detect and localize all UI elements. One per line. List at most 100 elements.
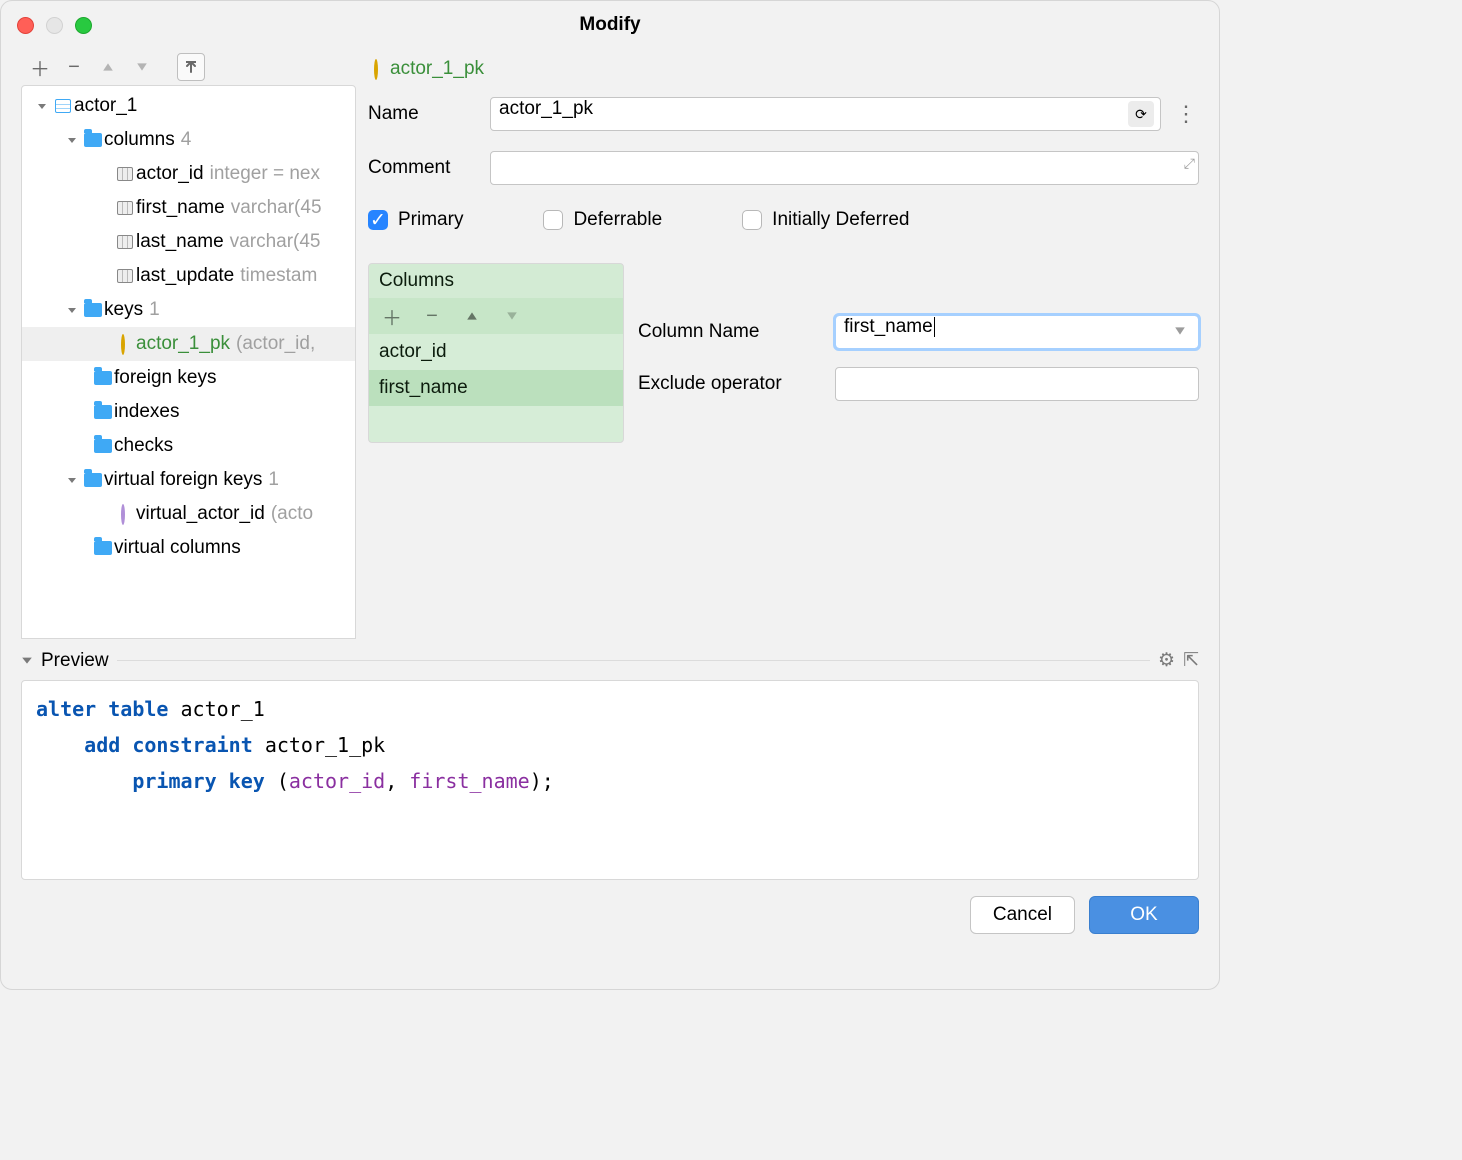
- checkbox-icon: ✓: [368, 210, 388, 230]
- list-item-label: first_name: [379, 377, 468, 399]
- chevron-down-icon[interactable]: [62, 135, 82, 145]
- tree-node-count: 1: [268, 469, 279, 491]
- column-list-empty-row: [369, 406, 623, 442]
- sql-token: ,: [385, 769, 409, 793]
- move-down-icon: [129, 54, 155, 80]
- tree-node-count: 4: [181, 129, 192, 151]
- deferrable-label: Deferrable: [573, 209, 662, 231]
- tree-toolbar: ＋ −: [21, 49, 356, 85]
- chevron-down-icon[interactable]: [32, 101, 52, 111]
- comment-input[interactable]: ⤢: [490, 151, 1199, 185]
- tree-node-meta: (actor_id,: [236, 333, 315, 355]
- tree-node-type: timestam: [240, 265, 317, 287]
- tree-node-column[interactable]: first_name varchar(45: [22, 191, 355, 225]
- columns-panel: Columns ＋ − actor_id first_name: [368, 263, 624, 443]
- sql-preview[interactable]: alter table actor_1 add constraint actor…: [21, 680, 1199, 880]
- exclude-operator-row: Exclude operator: [638, 367, 1199, 401]
- tree-node-type: varchar(45: [231, 197, 322, 219]
- tree-node-columns[interactable]: columns 4: [22, 123, 355, 157]
- breadcrumb[interactable]: actor_1_pk: [368, 49, 1199, 89]
- column-details: Column Name first_name Exclude operator: [638, 263, 1199, 443]
- tree-node-column[interactable]: last_update timestam: [22, 259, 355, 293]
- navigate-up-icon[interactable]: [177, 53, 205, 81]
- tree-node-virtual-fk[interactable]: virtual foreign keys 1: [22, 463, 355, 497]
- object-tree[interactable]: actor_1 columns 4 actor_id integer = nex: [21, 85, 356, 639]
- tree-node-type: varchar(45: [230, 231, 321, 253]
- name-label: Name: [368, 103, 478, 125]
- chevron-down-icon[interactable]: [21, 650, 33, 672]
- column-icon: [114, 269, 136, 283]
- dialog-buttons: Cancel OK: [21, 890, 1199, 934]
- sql-token: first_name: [409, 769, 529, 793]
- sql-token: add: [84, 733, 120, 757]
- columns-header-label: Columns: [379, 270, 454, 292]
- tree-node-label: foreign keys: [114, 367, 216, 389]
- window-title: Modify: [1, 14, 1219, 36]
- exclude-operator-input[interactable]: [835, 367, 1199, 401]
- tree-node-keys[interactable]: keys 1: [22, 293, 355, 327]
- tree-node-key-selected[interactable]: actor_1_pk (actor_id,: [22, 327, 355, 361]
- left-pane: ＋ − actor_1 column: [21, 49, 356, 639]
- deferrable-checkbox[interactable]: Deferrable: [543, 209, 662, 231]
- sql-token: );: [530, 769, 554, 793]
- name-input[interactable]: actor_1_pk ⟳: [490, 97, 1161, 131]
- sql-token: (: [277, 769, 289, 793]
- sql-token: constraint: [132, 733, 252, 757]
- ok-button[interactable]: OK: [1089, 896, 1199, 934]
- tree-node-foreign-keys[interactable]: foreign keys: [22, 361, 355, 395]
- preview-header[interactable]: Preview ⚙ ⇱: [21, 649, 1199, 672]
- tree-node-indexes[interactable]: indexes: [22, 395, 355, 429]
- gear-icon[interactable]: ⚙: [1158, 649, 1175, 672]
- tree-node-label: virtual foreign keys: [104, 469, 262, 491]
- column-list-item-selected[interactable]: first_name: [369, 370, 623, 406]
- expand-icon[interactable]: ⤢: [1184, 155, 1195, 172]
- list-item-label: actor_id: [379, 341, 447, 363]
- folder-icon: [82, 303, 104, 317]
- chevron-down-icon[interactable]: [62, 305, 82, 315]
- tree-node-checks[interactable]: checks: [22, 429, 355, 463]
- primary-checkbox[interactable]: ✓ Primary: [368, 209, 463, 231]
- chevron-down-icon[interactable]: [62, 475, 82, 485]
- name-value: actor_1_pk: [499, 98, 593, 119]
- checkbox-icon: [742, 210, 762, 230]
- column-name-label: Column Name: [638, 321, 823, 343]
- preview-section: Preview ⚙ ⇱ alter table actor_1 add cons…: [21, 649, 1199, 880]
- move-up-icon[interactable]: [459, 303, 485, 329]
- tree-node-virtual-columns[interactable]: virtual columns: [22, 531, 355, 565]
- folder-icon: [82, 473, 104, 487]
- primary-label: Primary: [398, 209, 463, 231]
- tree-node-label: checks: [114, 435, 173, 457]
- folder-icon: [92, 405, 114, 419]
- cancel-label: Cancel: [993, 904, 1052, 926]
- folder-icon: [92, 439, 114, 453]
- more-icon[interactable]: ⋮: [1173, 99, 1199, 129]
- tree-node-virtual-fk-item[interactable]: virtual_actor_id (acto: [22, 497, 355, 531]
- tree-node-label: first_name: [136, 197, 225, 219]
- add-icon[interactable]: ＋: [379, 303, 405, 329]
- popout-icon[interactable]: ⇱: [1183, 649, 1199, 672]
- table-icon: [52, 99, 74, 113]
- remove-icon[interactable]: −: [419, 303, 445, 329]
- refresh-icon[interactable]: ⟳: [1128, 101, 1154, 127]
- tree-node-column[interactable]: last_name varchar(45: [22, 225, 355, 259]
- folder-icon: [82, 133, 104, 147]
- remove-icon[interactable]: −: [61, 54, 87, 80]
- modify-dialog: Modify ＋ − actor_1: [0, 0, 1220, 990]
- chevron-down-icon[interactable]: [1174, 321, 1186, 343]
- checkbox-row: ✓ Primary Deferrable Initially Deferred: [368, 205, 1199, 243]
- initially-deferred-checkbox[interactable]: Initially Deferred: [742, 209, 909, 231]
- column-list-item[interactable]: actor_id: [369, 334, 623, 370]
- tree-node-count: 1: [149, 299, 160, 321]
- comment-label: Comment: [368, 157, 478, 179]
- add-icon[interactable]: ＋: [27, 54, 53, 80]
- breadcrumb-label: actor_1_pk: [390, 58, 484, 80]
- tree-node-label: virtual_actor_id: [136, 503, 265, 525]
- columns-toolbar: ＋ −: [369, 298, 623, 334]
- dialog-body: ＋ − actor_1 column: [1, 49, 1219, 989]
- tree-node-column[interactable]: actor_id integer = nex: [22, 157, 355, 191]
- columns-area: Columns ＋ − actor_id first_name: [368, 263, 1199, 443]
- column-name-input[interactable]: first_name: [835, 315, 1199, 349]
- cancel-button[interactable]: Cancel: [970, 896, 1075, 934]
- tree-node-table[interactable]: actor_1: [22, 89, 355, 123]
- tree-node-label: actor_1_pk: [136, 333, 230, 355]
